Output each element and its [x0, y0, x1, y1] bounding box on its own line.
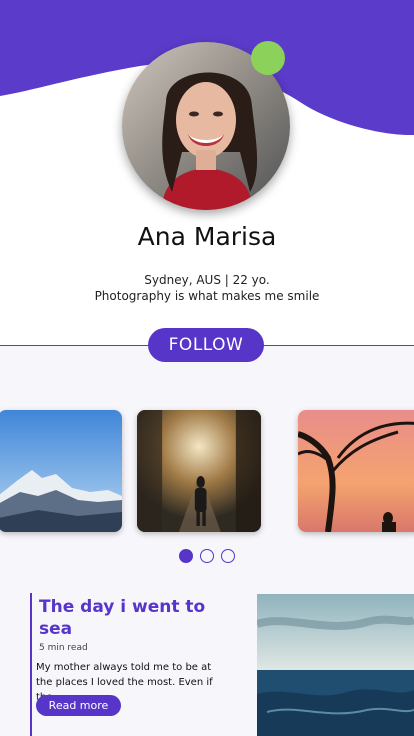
profile-name: Ana Marisa [137, 222, 277, 251]
post-title[interactable]: The day i went to sea [39, 596, 209, 640]
gallery-photo-sunset-tree[interactable] [298, 410, 414, 532]
follow-button[interactable]: FOLLOW [148, 328, 264, 362]
carousel-dot-2[interactable] [200, 549, 214, 563]
carousel-dot-3[interactable] [221, 549, 235, 563]
gallery-photo-forest[interactable] [137, 410, 261, 532]
read-more-button[interactable]: Read more [36, 695, 121, 716]
online-status-indicator [251, 41, 285, 75]
carousel-dot-1[interactable] [179, 549, 193, 563]
gallery-photo-mountain[interactable] [0, 410, 122, 532]
post-accent-bar [30, 593, 32, 736]
post-read-time: 5 min read [39, 643, 88, 653]
profile-details: Sydney, AUS | 22 yo. Photography is what… [0, 272, 414, 304]
profile-header: Ana Marisa Sydney, AUS | 22 yo. Photogra… [0, 0, 414, 345]
profile-location-age: Sydney, AUS | 22 yo. [144, 273, 270, 287]
profile-bio: Photography is what makes me smile [94, 289, 320, 303]
post-image-sea[interactable] [257, 594, 414, 736]
